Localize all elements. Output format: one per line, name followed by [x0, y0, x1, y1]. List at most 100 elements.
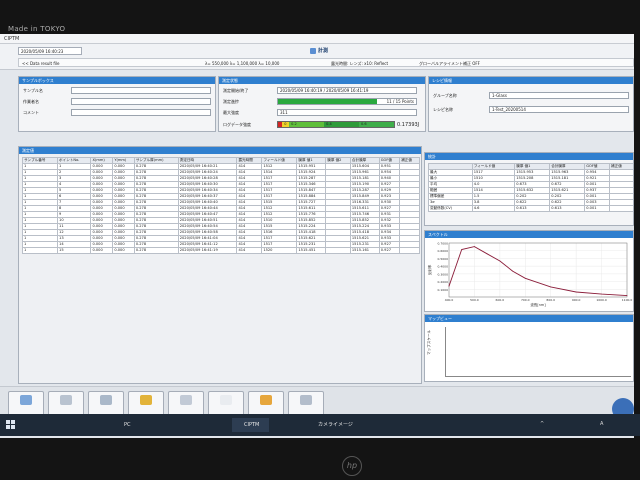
spectrum-line	[448, 246, 628, 297]
gauge-tick-label: 0.2	[291, 122, 297, 126]
taskbar-item-pc[interactable]: PC	[112, 418, 131, 432]
spectrum-point	[524, 277, 526, 279]
table-cell: 0.000	[112, 247, 135, 254]
top-bar: 2020/05/09 16:40:23 計測 << Data result fi…	[0, 44, 634, 70]
plot-frame	[448, 242, 628, 298]
tray-chevron-icon[interactable]: ^	[540, 421, 544, 427]
table-cell: 1515.161	[349, 247, 380, 254]
spectrum-chart: 0.7000 0.6000 0.5000 0.4000 0.3000 0.2000 0.10…	[427, 242, 633, 308]
measure-title-label: 計測	[318, 48, 329, 54]
windows-taskbar: PC CIPTM カメライメージ ^ A	[0, 414, 640, 436]
toolbar-button-icon	[20, 395, 32, 405]
spectrum-point	[486, 253, 488, 255]
operator-label: 作業者名	[23, 99, 39, 104]
table-cell: 2020/05/09 16:41:19	[177, 247, 238, 254]
y-tick-label: 0.5000	[438, 257, 449, 261]
sample-name-input[interactable]	[71, 87, 211, 94]
progress-label: 測定進捗	[223, 99, 239, 104]
map-panel: マップビュー マップスケール	[424, 314, 634, 382]
table-cell: 1515.451	[296, 247, 327, 254]
group-name-field[interactable]: 1-Glass	[489, 92, 629, 99]
comment-input[interactable]	[71, 109, 211, 116]
progress-bar: 11 / 15 Points	[277, 98, 417, 105]
stats-table: フィールド値 膜厚 値1 合計膜厚 GOF値 補正値 最大 1517 1515.953 151…	[428, 163, 633, 212]
table-cell: 1520	[261, 247, 298, 254]
info-bar: << Data result file λ= 550,000 λ= 1,100,…	[18, 58, 634, 67]
windows-start-icon[interactable]	[6, 420, 16, 430]
table-row[interactable]: 1 15 0.000 0.000 0.278 2020/05/09 16:41:19 414…	[21, 247, 420, 254]
x-tick-label: 800.0	[546, 298, 555, 302]
map-panel-header: マップビュー	[425, 315, 633, 322]
toolbar-button-icon	[60, 395, 72, 405]
spectrum-point	[461, 249, 463, 250]
table-cell: 0.927	[378, 247, 401, 254]
spectrum-point	[550, 286, 552, 288]
tray-ime-indicator[interactable]: A	[600, 421, 603, 427]
info-data-source: << Data result file	[22, 61, 60, 66]
spectrum-point	[626, 295, 628, 296]
map-plot-area	[445, 327, 631, 377]
spectrum-point	[448, 285, 450, 287]
x-axis-label: 波長[nm]	[530, 302, 546, 307]
x-tick-label: 900.0	[572, 298, 581, 302]
spectrum-point	[575, 291, 577, 293]
table-cell: 0.000	[90, 247, 114, 254]
sample-panel-header: サンプルボックス	[19, 77, 215, 84]
spectrum-point	[474, 246, 475, 247]
stats-cell: 0.613	[549, 205, 586, 212]
x-tick-label: 500.0	[470, 298, 479, 302]
gauge-tick-label: 0	[284, 122, 287, 126]
y-axis-label: 反射率	[427, 264, 432, 275]
map-scale-label: マップスケール	[427, 329, 431, 355]
table-cell: 414	[236, 247, 263, 254]
stats-cell: 0.613	[514, 205, 551, 212]
sample-name-label: サンプル名	[23, 88, 43, 93]
y-tick-label: 0.4000	[438, 265, 449, 269]
toolbar-button-icon	[300, 395, 312, 405]
gauge-value: 0.17393J	[397, 122, 420, 128]
measure-tab[interactable]: 計測	[310, 47, 328, 54]
y-tick-label: 0.6000	[438, 249, 449, 253]
spectrum-point	[512, 270, 513, 272]
measure-icon	[310, 47, 316, 54]
date-field[interactable]: 2020/05/09 16:40:23	[18, 47, 82, 55]
operator-input[interactable]	[71, 98, 211, 105]
taskbar-item-ciptm[interactable]: CIPTM	[232, 418, 270, 432]
toolbar-button-icon	[260, 395, 272, 405]
measure-panel-header: 測定状態	[219, 77, 425, 84]
recipe-name-field[interactable]: 1-Test_20200514	[489, 106, 629, 113]
y-tick-label: 0.3000	[438, 272, 449, 276]
x-tick-label: 1000.0	[596, 298, 607, 302]
group-name-label: グループ名称	[433, 93, 457, 98]
hp-logo: hp	[342, 456, 362, 476]
start-end-value: 2020/05/09 16:40:19 / 2020/05/09 16:41:1…	[277, 87, 417, 94]
toolbar-button-icon	[100, 395, 112, 405]
info-calibration: グローバルアライメント補正 OFF	[419, 61, 480, 66]
gauge-segment: 0.2	[289, 122, 325, 127]
progress-text: 11 / 15 Points	[386, 99, 414, 104]
spectrum-panel-header: スペクトル	[425, 231, 633, 238]
progress-fill	[278, 99, 378, 104]
data-table-header: 測定値	[19, 147, 421, 154]
measure-status-panel: 測定状態 測定開始/終了 2020/05/09 16:40:19 / 2020/…	[218, 76, 426, 132]
intensity-gauge: 0 0.2 0.4 0.6	[277, 121, 395, 128]
table-cell: 1	[21, 247, 59, 254]
x-tick-label: 400.0	[445, 298, 454, 302]
data-table-panel: 測定値 サンプル番号 ポイントNo. X(mm) Y(mm) サンプル厚(mm) 測定日時…	[18, 146, 422, 384]
gauge-tick-label: 0.4	[326, 122, 332, 126]
toolbar-button-icon	[140, 395, 152, 405]
start-end-label: 測定開始/終了	[223, 88, 249, 93]
table-cell	[399, 247, 420, 254]
taskbar-item-camera[interactable]: カメライメージ	[306, 418, 353, 432]
app-window: CIPTM 2020/05/09 16:40:23 計測 << Data res…	[0, 34, 634, 438]
recipe-name-label: レシピ名称	[433, 107, 453, 112]
y-tick-label: 0.7000	[438, 242, 449, 246]
stats-panel-header: 統計	[425, 153, 633, 160]
table-cell: 15	[57, 247, 92, 254]
spectrum-panel: スペクトル 0.7000 0.6000 0.5000 0.4000 0.3000 0.20…	[424, 230, 634, 312]
data-table: サンプル番号 ポイントNo. X(mm) Y(mm) サンプル厚(mm) 測定日時 露光時間…	[21, 157, 420, 254]
sample-panel: サンプルボックス サンプル名 作業者名 コメント	[18, 76, 216, 132]
stats-row: 変動係数(CV) 4.6 0.613 0.613 0.001	[428, 205, 633, 212]
x-tick-label: 1100.0	[622, 298, 633, 302]
app-title: CIPTM	[0, 34, 634, 44]
